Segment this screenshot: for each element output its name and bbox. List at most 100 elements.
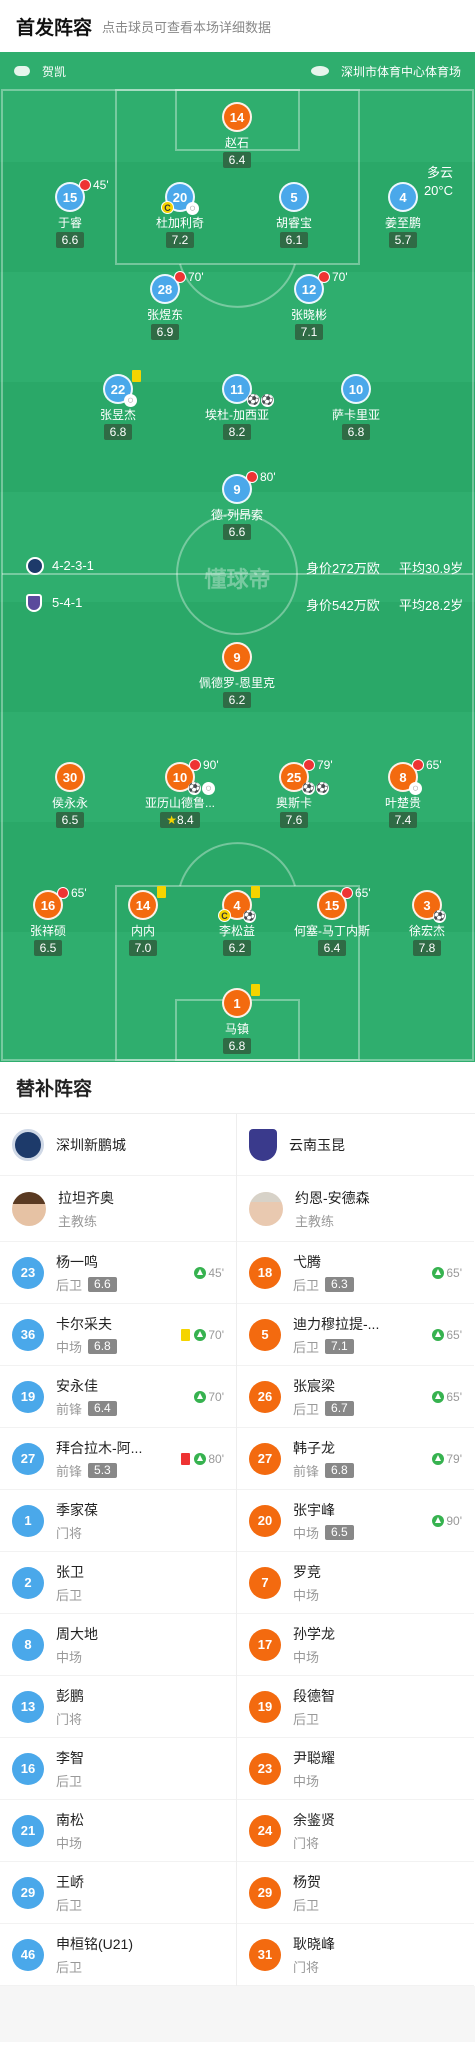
home-coach[interactable]: 拉坦齐奥 主教练 — [0, 1176, 236, 1242]
player-number: 20 C ◌ — [161, 182, 199, 215]
player-number: 13 — [12, 1690, 44, 1723]
player-rating: 6.8 — [325, 1462, 354, 1478]
away-team-name: 云南玉昆 — [289, 1136, 345, 1153]
player-away-8[interactable]: 8 65' ◌ 叶楚贵 7.4 — [353, 758, 453, 829]
player-home-12[interactable]: 12 70' 张晓彬 7.1 — [259, 270, 359, 341]
player-away-14[interactable]: 14 内内 7.0 — [93, 886, 193, 957]
sub-player-row[interactable]: 18 弋腾 后卫 6.3 65' — [237, 1242, 474, 1304]
player-home-14[interactable]: 14 赵石 6.4 — [187, 102, 287, 169]
sub-player-row[interactable]: 31 耿晓峰 门将 — [237, 1924, 474, 1986]
player-rating: 6.6 — [222, 524, 252, 540]
player-number: 30 — [55, 762, 85, 792]
sub-on-indicator: 79' — [432, 1452, 462, 1466]
goal-icon: ⚽ — [302, 782, 315, 795]
sub-player-row[interactable]: 29 杨贺 后卫 — [237, 1862, 474, 1924]
page-footer — [0, 1986, 475, 2042]
player-home-28[interactable]: 28 70' 张煜东 6.9 — [115, 270, 215, 341]
player-home-15[interactable]: 15 45' 于睿 6.6 — [20, 178, 120, 249]
player-number: 19 — [12, 1380, 44, 1413]
sub-player-row[interactable]: 27 拜合拉木-阿... 前锋 5.3 80' — [0, 1428, 236, 1490]
sub-player-row[interactable]: 24 余鉴贤 门将 — [237, 1800, 474, 1862]
player-home-20[interactable]: 20 C ◌ 杜加利奇 7.2 — [130, 182, 230, 249]
yellow-card-icon — [157, 886, 166, 898]
player-position: 中场 — [293, 1587, 320, 1603]
player-position: 后卫 — [56, 1587, 83, 1603]
player-position: 后卫 — [293, 1339, 320, 1355]
player-number: 10 — [341, 374, 371, 404]
player-number: 9 80' — [222, 470, 276, 504]
player-position: 后卫 — [293, 1401, 320, 1417]
player-number: 1 — [222, 984, 260, 1018]
player-name: 南松 — [56, 1811, 84, 1828]
player-home-11[interactable]: 11 ⚽ ⚽ 埃杜-加西亚 8.2 — [187, 374, 287, 441]
referee-name: 贺凯 — [42, 64, 67, 79]
player-away-15[interactable]: 15 65' 何塞-马丁内斯 6.4 — [282, 886, 382, 957]
player-away-3[interactable]: 3 ⚽ 徐宏杰 7.8 — [377, 890, 475, 957]
sub-on-icon — [194, 1452, 207, 1465]
own-goal-icon: ⚽ — [243, 910, 256, 923]
sub-player-row[interactable]: 2 张卫 后卫 — [0, 1552, 236, 1614]
sub-player-row[interactable]: 21 南松 中场 — [0, 1800, 236, 1862]
sub-player-row[interactable]: 7 罗竞 中场 — [237, 1552, 474, 1614]
player-rating: 7.1 — [325, 1338, 354, 1354]
sub-player-row[interactable]: 46 申桓铭(U21) 后卫 — [0, 1924, 236, 1986]
sub-player-row[interactable]: 27 韩子龙 前锋 6.8 79' — [237, 1428, 474, 1490]
player-home-10[interactable]: 10 萨卡里亚 6.8 — [306, 374, 406, 441]
sub-off-icon: 80' — [246, 470, 276, 484]
sub-player-row[interactable]: 1 季家葆 门将 — [0, 1490, 236, 1552]
player-home-4[interactable]: 4 姜至鹏 5.7 — [353, 182, 453, 249]
player-position: 门将 — [293, 1959, 320, 1975]
player-away-16[interactable]: 16 65' 张祥硕 6.5 — [0, 886, 98, 957]
sub-on-icon — [194, 1390, 207, 1403]
sub-player-row[interactable]: 16 李智 后卫 — [0, 1738, 236, 1800]
sub-player-row[interactable]: 23 尹聪耀 中场 — [237, 1738, 474, 1800]
player-position: 后卫 — [56, 1959, 83, 1975]
sub-off-icon: 70' — [174, 270, 204, 284]
sub-player-row[interactable]: 17 孙学龙 中场 — [237, 1614, 474, 1676]
sub-player-row[interactable]: 19 安永佳 前锋 6.4 70' — [0, 1366, 236, 1428]
sub-on-icon — [194, 1266, 207, 1279]
watermark-logo: 懂球帝 — [204, 567, 271, 592]
player-name: 胡睿宝 — [275, 216, 312, 230]
sub-player-row[interactable]: 26 张宸梁 后卫 6.7 65' — [237, 1366, 474, 1428]
player-away-1[interactable]: 1 马镇 6.8 — [187, 984, 287, 1055]
player-number: 4 C ⚽ — [218, 886, 260, 923]
sub-player-row[interactable]: 20 张宇峰 中场 6.5 90' — [237, 1490, 474, 1552]
home-team-name: 深圳新鹏城 — [56, 1136, 126, 1153]
away-team-header[interactable]: 云南玉昆 — [237, 1114, 474, 1176]
player-away-30[interactable]: 30 侯永永 6.5 — [20, 762, 120, 829]
player-home-5[interactable]: 5 胡睿宝 6.1 — [244, 182, 344, 249]
away-coach[interactable]: 约恩-安德森 主教练 — [237, 1176, 474, 1242]
player-home-22[interactable]: 22 ◌ 张昱杰 6.8 — [68, 370, 168, 441]
player-away-25[interactable]: 25 79' ⚽ ⚽ 奥斯卡 7.6 — [244, 758, 344, 829]
player-number: 8 — [12, 1628, 44, 1661]
player-home-9[interactable]: 9 80' 德-列昂索 6.6 — [187, 470, 287, 541]
home-team-header[interactable]: 深圳新鹏城 — [0, 1114, 236, 1176]
player-away-9[interactable]: 9 佩德罗-恩里克 6.2 — [187, 642, 287, 709]
sub-player-row[interactable]: 19 段德智 后卫 — [237, 1676, 474, 1738]
player-number: 15 65' — [317, 886, 371, 920]
player-position: 门将 — [293, 1835, 320, 1851]
sub-player-row[interactable]: 8 周大地 中场 — [0, 1614, 236, 1676]
sub-player-row[interactable]: 5 迪力穆拉提-... 后卫 7.1 65' — [237, 1304, 474, 1366]
sub-player-row[interactable]: 36 卡尔采夫 中场 6.8 70' — [0, 1304, 236, 1366]
player-number: 29 — [249, 1876, 281, 1909]
sub-player-row[interactable]: 23 杨一鸣 后卫 6.6 45' — [0, 1242, 236, 1304]
sub-on-icon — [194, 1328, 207, 1341]
player-away-10[interactable]: 10 90' ⚽ ◌ 亚历山德鲁... ★8.4 — [130, 758, 230, 829]
player-away-4[interactable]: 4 C ⚽ 李松益 6.2 — [187, 886, 287, 957]
star-icon: ★ — [166, 813, 178, 827]
player-name: 周大地 — [56, 1625, 98, 1642]
player-number: 46 — [12, 1938, 44, 1971]
coach-avatar — [249, 1191, 283, 1226]
player-rating: 6.2 — [222, 692, 252, 708]
sub-player-row[interactable]: 13 彭鹏 门将 — [0, 1676, 236, 1738]
subs-columns: 深圳新鹏城 拉坦齐奥 主教练 23 杨一鸣 后卫 6.6 45' 36 卡尔采夫 中场 6.8 7… — [0, 1114, 475, 1986]
sub-off-icon: 70' — [318, 270, 348, 284]
player-rating: 6.6 — [55, 232, 85, 248]
player-rating: 5.3 — [88, 1462, 117, 1478]
player-rating: 6.5 — [33, 940, 63, 956]
player-name: 罗竞 — [293, 1563, 321, 1580]
away-team-logo — [249, 1128, 277, 1161]
sub-player-row[interactable]: 29 王峤 后卫 — [0, 1862, 236, 1924]
